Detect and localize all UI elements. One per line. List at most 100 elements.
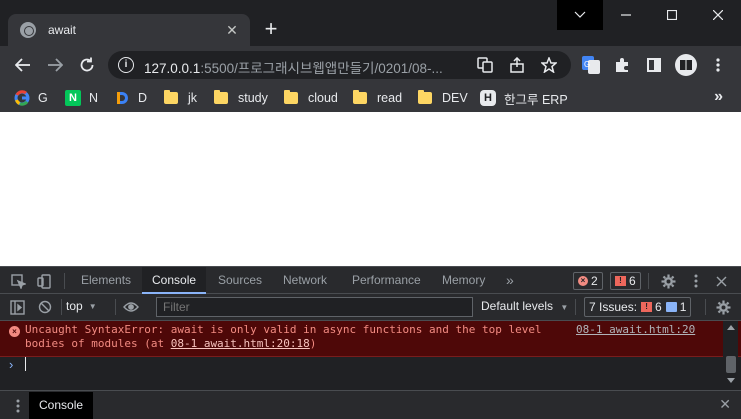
- device-toolbar-icon[interactable]: [36, 273, 52, 289]
- google-translate-icon[interactable]: G: [582, 56, 600, 74]
- error-icon: ×: [9, 326, 20, 337]
- tab-close-icon[interactable]: ✕: [224, 22, 240, 38]
- console-toolbar: top ▼ Default levels ▼ 7 Issues: ! 6 1: [0, 294, 741, 321]
- folder-icon: [164, 90, 178, 104]
- warning-count-badge[interactable]: ! 6: [610, 272, 641, 290]
- drawer-menu-kebab-icon[interactable]: [10, 398, 26, 414]
- star-icon[interactable]: [540, 56, 558, 74]
- error-line-1: Uncaught SyntaxError: await is only vali…: [25, 323, 542, 336]
- d-logo-icon: [114, 90, 130, 106]
- devtools-tab-bar: Elements Console Sources Network Perform…: [0, 266, 741, 294]
- error-source-link[interactable]: 08-1 await.html:20: [576, 323, 695, 336]
- site-info-icon[interactable]: i: [118, 57, 134, 73]
- bookmark-folder-read[interactable]: read: [353, 89, 402, 107]
- close-icon: [713, 10, 723, 20]
- share-icon[interactable]: [508, 56, 526, 74]
- error-location-link[interactable]: 08-1 await.html:20:18: [171, 337, 310, 350]
- side-panel-icon[interactable]: [645, 56, 663, 74]
- close-drawer-icon[interactable]: ✕: [719, 396, 731, 413]
- error-icon: ×: [578, 276, 588, 286]
- reload-icon: [80, 57, 94, 72]
- tab-memory[interactable]: Memory: [432, 267, 495, 294]
- bookmark-label: N: [89, 91, 99, 105]
- issue-error-icon: !: [641, 302, 653, 312]
- issues-button[interactable]: 7 Issues: ! 6 1: [584, 297, 692, 317]
- folder-icon: [353, 90, 367, 104]
- close-window-button[interactable]: [695, 0, 741, 30]
- bookmark-folder-study[interactable]: study: [214, 89, 268, 107]
- clear-console-icon[interactable]: [37, 299, 53, 315]
- error-count: 2: [591, 274, 598, 288]
- error-line-2-suffix: ): [309, 337, 317, 350]
- scroll-up-arrow-icon[interactable]: [727, 325, 735, 330]
- back-button[interactable]: [11, 53, 35, 77]
- arrow-right-icon: [48, 58, 63, 72]
- scrollbar-thumb[interactable]: [726, 356, 736, 373]
- bookmark-label: cloud: [308, 91, 338, 105]
- translate-icon[interactable]: [476, 56, 494, 74]
- divider: [61, 299, 62, 315]
- menu-kebab-icon[interactable]: [709, 56, 727, 74]
- console-input[interactable]: [25, 357, 26, 371]
- bookmark-folder-cloud[interactable]: cloud: [284, 89, 338, 107]
- dropdown-arrow-icon: ▼: [88, 301, 97, 311]
- error-line-2: bodies of modules (at 08-1 await.html:20…: [25, 337, 570, 351]
- bookmark-google[interactable]: G: [14, 89, 48, 107]
- bookmark-label: DEV: [442, 91, 468, 105]
- bookmark-d[interactable]: D: [114, 89, 147, 107]
- bookmark-naver[interactable]: N N: [65, 89, 98, 107]
- bookmark-label: D: [138, 91, 148, 105]
- tab-sources[interactable]: Sources: [208, 267, 272, 294]
- divider: [648, 273, 649, 289]
- page-viewport: [0, 112, 741, 266]
- bookmarks-overflow-button[interactable]: »: [714, 88, 723, 106]
- bookmark-label: 한그루 ERP: [504, 92, 568, 107]
- console-settings-gear-icon[interactable]: [715, 299, 731, 315]
- naver-icon: N: [65, 90, 81, 106]
- tab-elements[interactable]: Elements: [71, 267, 141, 294]
- bookmark-label: G: [38, 91, 48, 105]
- close-devtools-icon[interactable]: [713, 273, 729, 289]
- globe-icon: [20, 22, 36, 38]
- settings-gear-icon[interactable]: [660, 273, 676, 289]
- divider: [64, 273, 65, 289]
- url-text: 127.0.0.1:5500/프로그래시브웹앱만들기/0201/08-...: [144, 57, 443, 77]
- more-options-icon[interactable]: [688, 273, 704, 289]
- tab-search-button[interactable]: [557, 0, 603, 30]
- filter-input[interactable]: [156, 297, 473, 317]
- folder-icon: [418, 90, 432, 104]
- live-expression-eye-icon[interactable]: [123, 299, 139, 315]
- context-selector[interactable]: top ▼: [66, 299, 97, 313]
- divider: [705, 299, 706, 315]
- error-count-badge[interactable]: × 2: [573, 272, 603, 290]
- inspect-element-icon[interactable]: [10, 273, 26, 289]
- address-bar[interactable]: i 127.0.0.1:5500/프로그래시브웹앱만들기/0201/08-...: [108, 51, 571, 79]
- extensions-puzzle-icon[interactable]: [613, 56, 631, 74]
- sidebar-toggle-icon[interactable]: [9, 299, 25, 315]
- maximize-icon: [667, 10, 677, 20]
- scroll-down-arrow-icon[interactable]: [727, 378, 735, 383]
- minimize-icon: [621, 14, 631, 16]
- bookmark-erp[interactable]: H 한그루 ERP: [480, 89, 568, 107]
- bookmark-folder-jk[interactable]: jk: [164, 89, 197, 107]
- tab-network[interactable]: Network: [273, 267, 337, 294]
- profile-avatar[interactable]: [675, 54, 697, 76]
- divider: [115, 299, 116, 315]
- more-tabs-button[interactable]: »: [506, 272, 514, 288]
- tab-performance[interactable]: Performance: [342, 267, 431, 294]
- new-tab-button[interactable]: +: [258, 17, 284, 43]
- maximize-button[interactable]: [649, 0, 695, 30]
- forward-button[interactable]: [43, 53, 67, 77]
- console-error-message: × Uncaught SyntaxError: await is only va…: [0, 321, 741, 357]
- tab-console[interactable]: Console: [142, 267, 207, 294]
- tab-title: await: [48, 23, 77, 37]
- bookmark-folder-dev[interactable]: DEV: [418, 89, 468, 107]
- log-levels-dropdown[interactable]: Default levels ▼: [481, 299, 568, 313]
- drawer-tab-console[interactable]: Console: [29, 392, 94, 419]
- browser-tab[interactable]: await ✕: [8, 14, 250, 46]
- console-scrollbar[interactable]: [723, 321, 738, 386]
- reload-button[interactable]: [75, 53, 99, 77]
- context-label: top: [66, 299, 83, 313]
- minimize-button[interactable]: [603, 0, 649, 30]
- bookmarks-bar: G N N D jk study cloud read DEV H 한그루 ER…: [0, 84, 741, 112]
